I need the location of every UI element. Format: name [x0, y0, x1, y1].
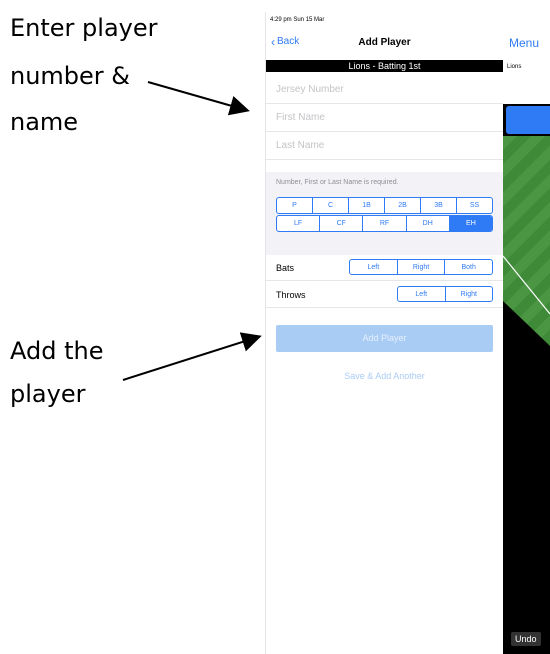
arrow-to-fields — [147, 81, 250, 116]
position-1b[interactable]: 1B — [349, 198, 385, 213]
add-player-panel: 4:29 pm Sun 15 Mar ‹ Back Add Player Lio… — [265, 12, 503, 654]
positions-row-1: P C 1B 2B 3B SS — [276, 197, 493, 214]
annotation-add-line1: Add the — [10, 337, 104, 365]
annotation-enter-line2: number & — [10, 62, 131, 90]
position-lf[interactable]: LF — [277, 216, 321, 231]
add-player-button[interactable]: Add Player — [276, 325, 493, 352]
position-c[interactable]: C — [313, 198, 349, 213]
arrow-to-add-button — [122, 332, 262, 381]
annotation-enter-line3: name — [10, 108, 79, 136]
undo-button[interactable]: Undo — [511, 632, 541, 646]
last-name-placeholder: Last Name — [276, 140, 325, 151]
bats-label: Bats — [276, 263, 295, 273]
main-view-edge: Menu Lions Undo — [503, 12, 550, 654]
bats-selector: Left Right Both — [349, 259, 493, 275]
throws-selector: Left Right — [397, 286, 493, 302]
baseball-field — [503, 136, 550, 426]
team-batting-bar: Lions - Batting 1st — [266, 60, 503, 72]
throws-label: Throws — [276, 290, 306, 300]
menu-button[interactable]: Menu — [509, 36, 539, 50]
positions-row-2: LF CF RF DH EH — [276, 215, 493, 232]
position-rf[interactable]: RF — [363, 216, 407, 231]
bats-row: Bats Left Right Both — [266, 255, 503, 281]
status-bar-time: 4:29 pm Sun 15 Mar — [270, 17, 325, 23]
position-3b[interactable]: 3B — [421, 198, 457, 213]
nav-bar: ‹ Back Add Player — [266, 34, 503, 50]
annotation-add-line2: player — [10, 380, 86, 408]
bats-both[interactable]: Both — [445, 260, 492, 274]
last-name-field[interactable]: Last Name — [266, 132, 503, 160]
position-p[interactable]: P — [277, 198, 313, 213]
first-name-placeholder: First Name — [276, 112, 325, 123]
jersey-number-field[interactable]: Jersey Number — [266, 76, 503, 104]
throws-row: Throws Left Right — [266, 282, 503, 308]
annotation-enter-line1: Enter player — [10, 14, 158, 42]
throws-right[interactable]: Right — [446, 287, 493, 301]
position-eh[interactable]: EH — [449, 216, 492, 231]
bats-left[interactable]: Left — [350, 260, 398, 274]
action-button[interactable] — [506, 106, 550, 134]
position-2b[interactable]: 2B — [385, 198, 421, 213]
position-ss[interactable]: SS — [457, 198, 492, 213]
bats-right[interactable]: Right — [398, 260, 446, 274]
main-view-header — [503, 12, 550, 104]
first-name-field[interactable]: First Name — [266, 104, 503, 132]
position-cf[interactable]: CF — [320, 216, 364, 231]
throws-left[interactable]: Left — [398, 287, 446, 301]
position-dh[interactable]: DH — [407, 216, 450, 231]
jersey-number-placeholder: Jersey Number — [276, 84, 344, 95]
page-title: Add Player — [358, 37, 411, 48]
required-hint: Number, First or Last Name is required. — [276, 179, 399, 186]
team-label: Lions — [507, 64, 522, 70]
save-add-another-button[interactable]: Save & Add Another — [266, 371, 503, 381]
